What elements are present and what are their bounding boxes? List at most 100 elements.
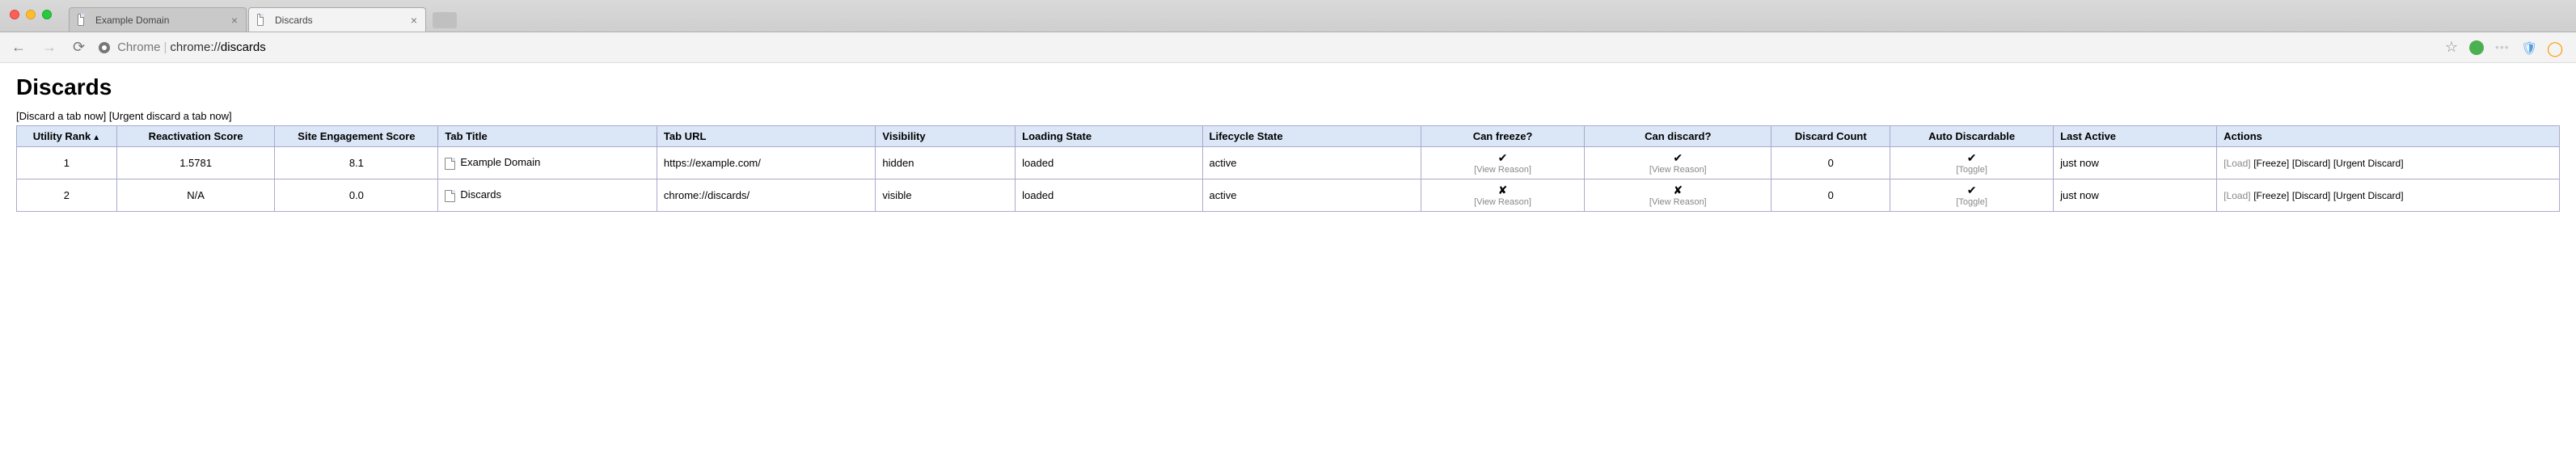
cell-can-freeze: ✔[View Reason] xyxy=(1421,147,1585,179)
cell-last-active: just now xyxy=(2054,147,2217,179)
toolbar-right: ☆ ••• 🛡 ◯ xyxy=(2445,39,2568,56)
col-last-active[interactable]: Last Active xyxy=(2054,126,2217,147)
col-site-engagement[interactable]: Site Engagement Score xyxy=(275,126,438,147)
page-icon xyxy=(257,15,268,26)
cell-rank: 2 xyxy=(17,179,117,212)
tab-strip: Example Domain × Discards × xyxy=(69,7,457,32)
view-reason-link[interactable]: [View Reason] xyxy=(1649,165,1707,175)
browser-toolbar: ← → ⟳ Chrome | chrome://discards ☆ ••• 🛡… xyxy=(0,32,2576,63)
extension-icon[interactable] xyxy=(2469,40,2484,55)
new-tab-button[interactable] xyxy=(433,12,457,28)
urgent-discard-action[interactable]: [Urgent Discard] xyxy=(2333,190,2404,201)
cell-engagement: 8.1 xyxy=(275,147,438,179)
col-can-freeze[interactable]: Can freeze? xyxy=(1421,126,1585,147)
maximize-window-icon[interactable] xyxy=(42,10,52,19)
cross-icon: ✘ xyxy=(1498,184,1508,196)
col-discard-count[interactable]: Discard Count xyxy=(1772,126,1890,147)
cross-icon: ✘ xyxy=(1673,184,1683,196)
col-utility-rank[interactable]: Utility Rank▲ xyxy=(17,126,117,147)
cell-tab-title: Discards xyxy=(438,179,657,212)
url-scheme: Chrome xyxy=(117,40,160,54)
urgent-discard-action[interactable]: [Urgent Discard] xyxy=(2333,158,2404,169)
browser-tab-1[interactable]: Discards × xyxy=(248,7,426,32)
tab-title: Discards xyxy=(275,15,313,26)
col-can-discard[interactable]: Can discard? xyxy=(1585,126,1772,147)
cell-can-discard: ✘[View Reason] xyxy=(1585,179,1772,212)
chrome-icon xyxy=(98,41,111,54)
back-button[interactable]: ← xyxy=(8,37,29,57)
cell-visibility: visible xyxy=(876,179,1016,212)
browser-tab-0[interactable]: Example Domain × xyxy=(69,7,247,32)
table-row: 2N/A0.0Discardschrome://discards/visible… xyxy=(17,179,2560,212)
cell-reactivation: N/A xyxy=(116,179,275,212)
col-actions[interactable]: Actions xyxy=(2217,126,2560,147)
table-header-row: Utility Rank▲ Reactivation Score Site En… xyxy=(17,126,2560,147)
discard-action-links: [Discard a tab now] [Urgent discard a ta… xyxy=(16,110,2560,122)
load-action[interactable]: [Load] xyxy=(2223,190,2250,201)
minimize-window-icon[interactable] xyxy=(26,10,36,19)
cell-auto-discardable: ✔[Toggle] xyxy=(1890,147,2054,179)
cell-lifecycle: active xyxy=(1202,179,1421,212)
url-path: discards xyxy=(221,40,266,54)
check-icon: ✔ xyxy=(1967,151,1977,164)
col-visibility[interactable]: Visibility xyxy=(876,126,1016,147)
cell-auto-discardable: ✔[Toggle] xyxy=(1890,179,2054,212)
cell-loading: loaded xyxy=(1016,179,1202,212)
cell-discard-count: 0 xyxy=(1772,179,1890,212)
address-bar[interactable]: Chrome | chrome://discards xyxy=(98,40,2435,54)
cell-tab-title: Example Domain xyxy=(438,147,657,179)
col-auto-discardable[interactable]: Auto Discardable xyxy=(1890,126,2054,147)
view-reason-link[interactable]: [View Reason] xyxy=(1474,165,1531,175)
page-icon xyxy=(445,158,455,170)
close-window-icon[interactable] xyxy=(10,10,19,19)
cell-rank: 1 xyxy=(17,147,117,179)
close-tab-icon[interactable]: × xyxy=(411,14,417,27)
check-icon: ✔ xyxy=(1498,151,1508,164)
cell-tab-url: chrome://discards/ xyxy=(657,179,876,212)
view-reason-link[interactable]: [View Reason] xyxy=(1649,197,1707,207)
cell-actions: [Load] [Freeze] [Discard] [Urgent Discar… xyxy=(2217,147,2560,179)
urgent-discard-tab-now-link[interactable]: [Urgent discard a tab now] xyxy=(109,110,232,122)
discard-action[interactable]: [Discard] xyxy=(2292,190,2330,201)
load-action[interactable]: [Load] xyxy=(2223,158,2250,169)
col-loading-state[interactable]: Loading State xyxy=(1016,126,1202,147)
page-content: Discards [Discard a tab now] [Urgent dis… xyxy=(0,63,2576,223)
extension-icon[interactable]: ◯ xyxy=(2547,40,2561,55)
check-icon: ✔ xyxy=(1967,184,1977,196)
discards-table: Utility Rank▲ Reactivation Score Site En… xyxy=(16,125,2560,212)
reload-button[interactable]: ⟳ xyxy=(70,37,88,57)
toggle-link[interactable]: [Toggle] xyxy=(1956,197,1987,207)
toggle-link[interactable]: [Toggle] xyxy=(1956,165,1987,175)
cell-last-active: just now xyxy=(2054,179,2217,212)
freeze-action[interactable]: [Freeze] xyxy=(2253,158,2289,169)
table-row: 11.57818.1Example Domainhttps://example.… xyxy=(17,147,2560,179)
col-tab-url[interactable]: Tab URL xyxy=(657,126,876,147)
cell-reactivation: 1.5781 xyxy=(116,147,275,179)
check-icon: ✔ xyxy=(1673,151,1683,164)
bookmark-star-icon[interactable]: ☆ xyxy=(2445,39,2458,56)
cell-lifecycle: active xyxy=(1202,147,1421,179)
tab-title: Example Domain xyxy=(95,15,169,26)
freeze-action[interactable]: [Freeze] xyxy=(2253,190,2289,201)
shield-icon[interactable]: 🛡 xyxy=(2521,40,2536,55)
discard-action[interactable]: [Discard] xyxy=(2292,158,2330,169)
cell-discard-count: 0 xyxy=(1772,147,1890,179)
traffic-lights xyxy=(10,10,52,19)
view-reason-link[interactable]: [View Reason] xyxy=(1474,197,1531,207)
extension-icon[interactable]: ••• xyxy=(2495,40,2510,55)
col-tab-title[interactable]: Tab Title xyxy=(438,126,657,147)
cell-engagement: 0.0 xyxy=(275,179,438,212)
sort-asc-icon: ▲ xyxy=(92,133,100,142)
cell-can-discard: ✔[View Reason] xyxy=(1585,147,1772,179)
url-host: chrome:// xyxy=(170,40,221,54)
col-lifecycle-state[interactable]: Lifecycle State xyxy=(1202,126,1421,147)
window-titlebar: Example Domain × Discards × xyxy=(0,0,2576,32)
forward-button[interactable]: → xyxy=(39,37,60,57)
cell-visibility: hidden xyxy=(876,147,1016,179)
discard-tab-now-link[interactable]: [Discard a tab now] xyxy=(16,110,106,122)
col-reactivation-score[interactable]: Reactivation Score xyxy=(116,126,275,147)
cell-loading: loaded xyxy=(1016,147,1202,179)
page-title: Discards xyxy=(16,74,2560,100)
cell-actions: [Load] [Freeze] [Discard] [Urgent Discar… xyxy=(2217,179,2560,212)
close-tab-icon[interactable]: × xyxy=(231,14,238,27)
